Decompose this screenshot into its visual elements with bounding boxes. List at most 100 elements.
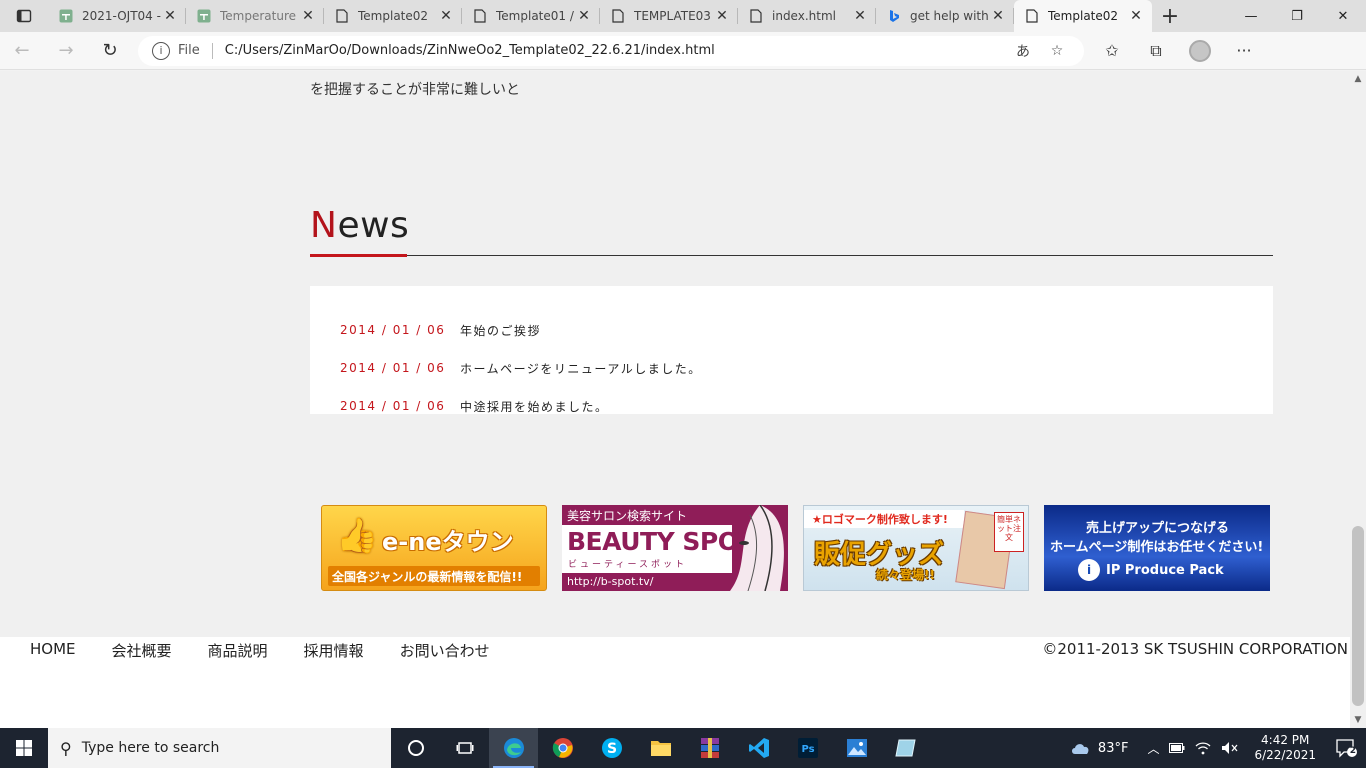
page-icon: [472, 8, 488, 24]
info-icon[interactable]: i: [152, 41, 170, 60]
tab-label: TEMPLATE03: [634, 9, 711, 23]
refresh-button[interactable]: ↻: [88, 32, 132, 70]
news-title[interactable]: 中途採用を始めました。: [460, 398, 609, 415]
news-item[interactable]: 2014 / 01 / 06 年始のご挨拶: [310, 311, 1273, 349]
photos-icon: [846, 739, 867, 757]
news-title[interactable]: ホームページをリニューアルしました。: [460, 360, 702, 377]
close-icon[interactable]: ✕: [300, 8, 316, 24]
collections-icon[interactable]: ⧉: [1134, 32, 1178, 70]
battery-icon[interactable]: [1164, 743, 1190, 753]
news-title[interactable]: 年始のご挨拶: [460, 322, 541, 339]
tab-label: get help with: [910, 9, 989, 23]
favorites-icon[interactable]: ✩: [1090, 32, 1134, 70]
forward-button[interactable]: →: [44, 32, 88, 70]
taskbar-winrar[interactable]: [685, 728, 734, 768]
tab-label: index.html: [772, 9, 836, 23]
banner-logo: e-neタウン: [382, 528, 514, 556]
close-icon[interactable]: ✕: [162, 8, 178, 24]
scroll-up-arrow[interactable]: ▲: [1350, 71, 1366, 87]
add-favorite-icon[interactable]: ☆: [1040, 43, 1074, 59]
close-icon[interactable]: ✕: [1128, 8, 1144, 24]
restore-button[interactable]: ❐: [1274, 0, 1320, 32]
back-button[interactable]: ←: [0, 32, 44, 70]
footer: HOME 会社概要 商品説明 採用情報 お問い合わせ ©2011-2013 SK…: [0, 637, 1350, 728]
clock-date: 6/22/2021: [1254, 748, 1316, 762]
scrollbar-thumb[interactable]: [1352, 526, 1364, 706]
close-icon[interactable]: ✕: [576, 8, 592, 24]
footer-link-company[interactable]: 会社概要: [112, 640, 172, 661]
folder-icon: [650, 741, 671, 756]
file-label: File: [178, 43, 200, 58]
close-icon[interactable]: ✕: [990, 8, 1006, 24]
read-aloud-icon[interactable]: あ: [1006, 41, 1040, 61]
minimize-button[interactable]: —: [1228, 0, 1274, 32]
footer-link-home[interactable]: HOME: [30, 640, 76, 661]
close-icon[interactable]: ✕: [852, 8, 868, 24]
weather-widget[interactable]: 83°F: [1065, 740, 1134, 756]
footer-link-contact[interactable]: お問い合わせ: [400, 640, 490, 661]
banner-e-ne-town[interactable]: 👍 e-neタウン 全国各ジャンルの最新情報を配信!!: [321, 505, 547, 591]
banner-title: BEAUTY SPOT: [567, 527, 756, 556]
browser-tab[interactable]: get help with ✕: [876, 0, 1014, 32]
wifi-icon[interactable]: [1190, 741, 1216, 755]
start-button[interactable]: [0, 728, 48, 768]
tab-actions-button[interactable]: [0, 0, 48, 32]
taskbar-photos[interactable]: [832, 728, 881, 768]
page-icon: [748, 8, 764, 24]
browser-tab[interactable]: index.html ✕: [738, 0, 876, 32]
taskbar-app[interactable]: [881, 728, 930, 768]
browser-tab[interactable]: Template01 / ✕: [462, 0, 600, 32]
tab-label: Template02: [358, 9, 429, 23]
browser-tab[interactable]: 2021-OJT04 - ✕: [48, 0, 186, 32]
settings-menu-icon[interactable]: ···: [1222, 32, 1266, 70]
taskbar-chrome[interactable]: [538, 728, 587, 768]
url-field[interactable]: i File C:/Users/ZinMarOo/Downloads/ZinNw…: [138, 35, 1084, 66]
news-item[interactable]: 2014 / 01 / 06 ホームページをリニューアルしました。: [310, 349, 1273, 387]
footer-nav: HOME 会社概要 商品説明 採用情報 お問い合わせ: [30, 640, 490, 661]
taskbar-photoshop[interactable]: Ps: [783, 728, 832, 768]
scroll-down-arrow[interactable]: ▼: [1350, 712, 1366, 728]
news-heading-initial: N: [310, 205, 338, 246]
photoshop-icon: Ps: [797, 738, 818, 758]
chrome-icon: [552, 738, 573, 758]
banner-promo-goods[interactable]: ★ロゴマーク制作致します! 販促グッズ 続々登場!! 簡単ネット注文: [803, 505, 1029, 591]
system-clock[interactable]: 4:42 PM 6/22/2021: [1244, 733, 1326, 763]
page-scrollbar[interactable]: ▲ ▼: [1350, 71, 1366, 728]
woman-face-icon: [730, 505, 784, 591]
close-window-button[interactable]: ✕: [1320, 0, 1366, 32]
close-icon[interactable]: ✕: [714, 8, 730, 24]
task-view-button[interactable]: [440, 728, 489, 768]
banner-row: 👍 e-neタウン 全国各ジャンルの最新情報を配信!! 美容サロン検索サイト B…: [321, 505, 1270, 591]
news-date: 2014 / 01 / 06: [340, 399, 446, 413]
news-heading-rest: ews: [337, 205, 410, 246]
ip-logo-icon: i: [1078, 559, 1100, 581]
taskbar-edge[interactable]: [489, 728, 538, 768]
edge-icon: [503, 738, 524, 758]
new-tab-button[interactable]: +: [1152, 0, 1188, 32]
footer-link-products[interactable]: 商品説明: [208, 640, 268, 661]
banner-ip-produce-pack[interactable]: 売上げアップにつなげる ホームページ制作はお任せください! i IP Produ…: [1044, 505, 1270, 591]
search-icon: ⚲: [60, 738, 72, 758]
browser-tab[interactable]: Temperature ✕: [186, 0, 324, 32]
profile-button[interactable]: [1178, 32, 1222, 70]
vscode-icon: [748, 738, 769, 758]
taskbar-file-explorer[interactable]: [636, 728, 685, 768]
notification-center-button[interactable]: 2: [1326, 738, 1366, 758]
chevron-up-icon[interactable]: ︿: [1133, 740, 1164, 757]
news-item[interactable]: 2014 / 01 / 06 中途採用を始めました。: [310, 387, 1273, 425]
close-icon[interactable]: ✕: [438, 8, 454, 24]
taskbar-vscode[interactable]: [734, 728, 783, 768]
banner-brand: IP Produce Pack: [1106, 563, 1224, 578]
browser-tab-active[interactable]: Template02 ✕: [1014, 0, 1152, 32]
browser-tab[interactable]: Template02 ✕: [324, 0, 462, 32]
footer-link-recruit[interactable]: 採用情報: [304, 640, 364, 661]
taskbar-skype[interactable]: S: [587, 728, 636, 768]
cortana-button[interactable]: [391, 728, 440, 768]
banner-beauty-spot[interactable]: 美容サロン検索サイト BEAUTY SPOT ビューティースポット http:/…: [562, 505, 788, 591]
volume-muted-icon[interactable]: [1216, 741, 1244, 755]
tab-label: 2021-OJT04 -: [82, 9, 161, 23]
browser-tab[interactable]: TEMPLATE03 ✕: [600, 0, 738, 32]
taskbar-search[interactable]: ⚲ Type here to search: [48, 728, 391, 768]
banner-badge: 簡単ネット注文: [994, 512, 1024, 552]
url-text[interactable]: C:/Users/ZinMarOo/Downloads/ZinNweOo2_Te…: [225, 43, 1006, 58]
